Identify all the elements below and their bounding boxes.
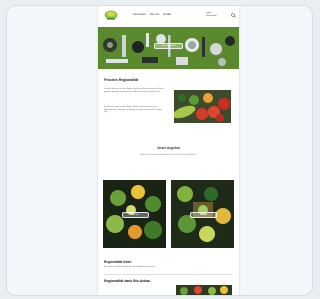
nav-item[interactable]: Über uns — [150, 13, 160, 16]
nav-item[interactable]: Kontakt — [163, 13, 171, 16]
vegetables-image — [174, 90, 231, 123]
logo-icon[interactable] — [104, 9, 118, 21]
product-card[interactable]: Zur Box — [171, 180, 234, 248]
browser-frame: Gemüsebox Über uns Kontakt Login Warenko… — [6, 5, 313, 296]
intro-text-2: Frisches Gemüse aus der Region, direkt v… — [104, 106, 162, 114]
nav-item[interactable]: Gemüsebox — [133, 13, 146, 16]
site-header: Gemüsebox Über uns Kontakt Login Warenko… — [98, 6, 239, 27]
card-button[interactable]: Zur Box — [190, 212, 217, 218]
hero-banner: Jetzt entdecken — [98, 27, 239, 69]
header-account[interactable]: Login Warenkorb — [206, 12, 217, 18]
hero-cta-button[interactable]: Jetzt entdecken — [154, 43, 183, 49]
bottom-text: Wir arbeiten mit Bauernhöfen aus der Umg… — [104, 266, 156, 268]
divider — [104, 274, 232, 275]
main-nav: Gemüsebox Über uns Kontakt — [133, 13, 174, 16]
offers-title: Unser Angebot — [157, 146, 180, 150]
intro-text: Frisches Gemüse aus der Region, direkt v… — [104, 88, 164, 93]
search-icon[interactable] — [231, 13, 236, 18]
card-button[interactable]: Zur Box — [122, 212, 149, 218]
bottom-title-2: Regionalität dank Bio-Anbau — [104, 279, 151, 283]
offers-text: Wählen Sie Ihre Box und genießen Sie fri… — [140, 154, 197, 156]
bottom-vegetables-image — [176, 285, 232, 295]
cart-link[interactable]: Warenkorb — [206, 15, 217, 18]
intro-title: Frisches Regionalität — [104, 78, 139, 82]
web-page: Gemüsebox Über uns Kontakt Login Warenko… — [98, 6, 239, 295]
product-card[interactable]: Zur Box — [103, 180, 166, 248]
bottom-title: Regionalität leben — [104, 260, 132, 264]
